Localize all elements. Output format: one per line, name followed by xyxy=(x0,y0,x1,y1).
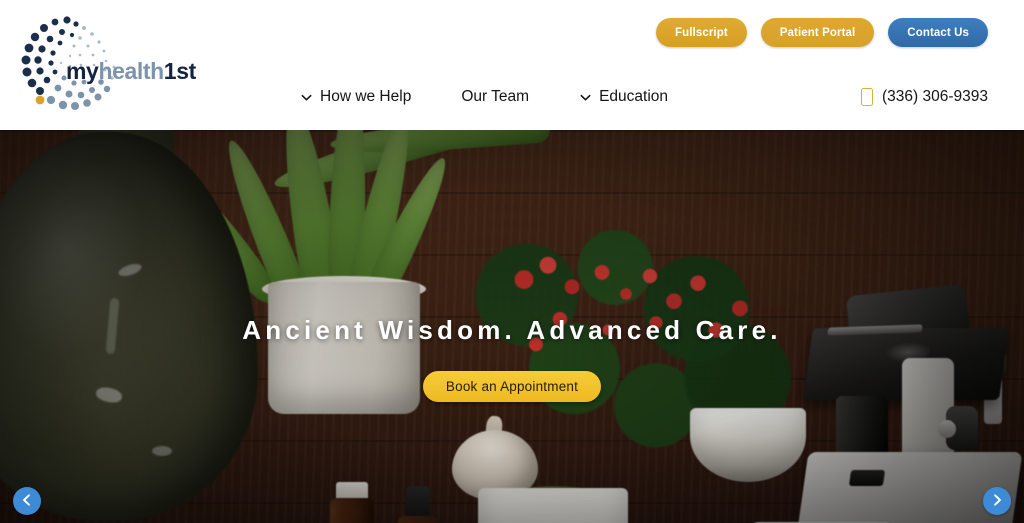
nav-item-list: How we Help Our Team Education xyxy=(300,76,668,118)
phone-number: (336) 306-9393 xyxy=(882,88,988,105)
nav-item-education[interactable]: Education xyxy=(579,88,668,106)
hero-carousel: Ancient Wisdom. Advanced Care. Book an A… xyxy=(0,130,1024,523)
chevron-right-icon xyxy=(990,493,1004,510)
carousel-next-button[interactable] xyxy=(983,487,1011,515)
site-header: myhealth1st Fullscript Patient Portal Co… xyxy=(0,0,1024,130)
fullscript-button[interactable]: Fullscript xyxy=(656,18,747,47)
nav-item-label: How we Help xyxy=(320,88,412,105)
hero-headline: Ancient Wisdom. Advanced Care. xyxy=(242,315,782,345)
chevron-down-icon xyxy=(579,91,592,104)
nav-item-our-team[interactable]: Our Team xyxy=(461,88,529,106)
nav-item-how-we-help[interactable]: How we Help xyxy=(300,88,411,106)
contact-us-button[interactable]: Contact Us xyxy=(888,18,988,47)
nav-item-label: Our Team xyxy=(461,88,530,105)
main-navigation: How we Help Our Team Education (336) 306… xyxy=(0,76,1024,118)
hero-content: Ancient Wisdom. Advanced Care. Book an A… xyxy=(0,130,1024,523)
chevron-left-icon xyxy=(20,493,34,510)
mobile-phone-icon xyxy=(861,88,873,106)
nav-item-label: Education xyxy=(599,88,669,105)
header-action-buttons: Fullscript Patient Portal Contact Us xyxy=(656,18,988,47)
book-appointment-button[interactable]: Book an Appointment xyxy=(422,371,602,402)
chevron-down-icon xyxy=(300,91,313,104)
patient-portal-button[interactable]: Patient Portal xyxy=(760,18,875,47)
header-phone-link[interactable]: (336) 306-9393 xyxy=(861,76,988,118)
carousel-prev-button[interactable] xyxy=(13,487,41,515)
page-root: myhealth1st Fullscript Patient Portal Co… xyxy=(0,0,1024,523)
